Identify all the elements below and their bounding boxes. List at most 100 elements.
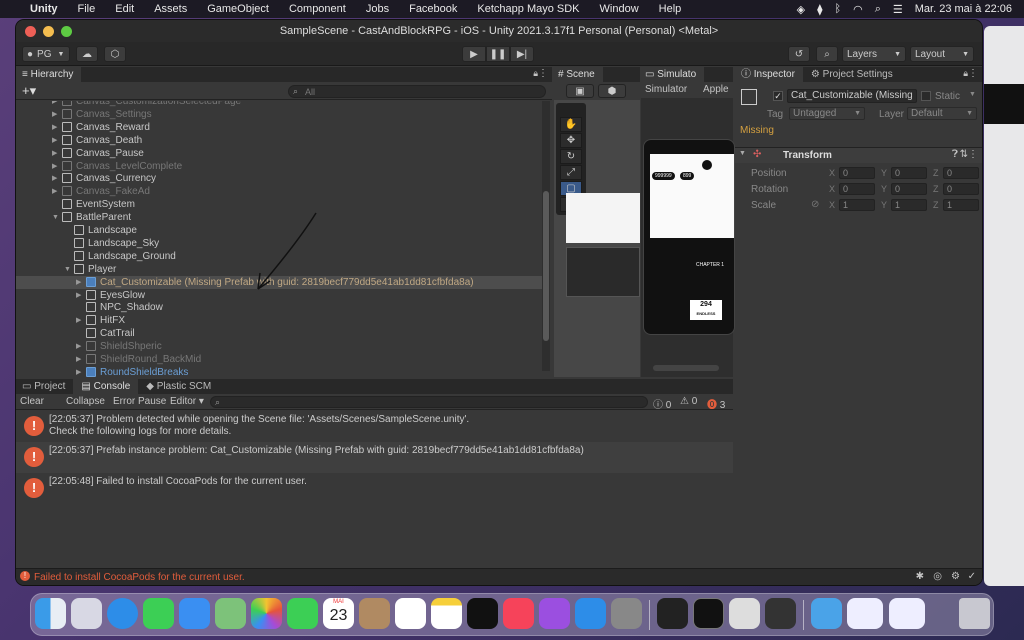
foldout-open-icon[interactable]: ▼ [64,263,71,276]
play-button[interactable]: ▶ [462,46,486,62]
error-count-toggle[interactable]: ⓿ 3 [707,396,725,411]
unity-status-icon[interactable]: ◈ [797,3,805,16]
z-field[interactable]: 0 [943,167,979,179]
tab-hierarchy[interactable]: ≡ Hierarchy [16,67,82,82]
hierarchy-row[interactable]: ▶ Canvas_Death [16,134,542,147]
debug-icon[interactable]: ⚙ [951,571,960,582]
music-icon[interactable] [503,598,534,629]
move-tool-button[interactable]: ✥ [560,133,582,148]
transform-header[interactable]: ▼ ✣ Transform ❓︎ ⇅ ⋮ [735,147,982,163]
simulator-device-dropdown[interactable]: Apple [703,84,729,95]
menu-jobs[interactable]: Jobs [366,3,389,15]
z-field[interactable]: 0 [943,183,979,195]
error-pause-button[interactable]: Error Pause [113,396,166,407]
y-field[interactable]: 1 [891,199,927,211]
more-icon[interactable]: ⋮ [968,149,978,160]
draw-mode-dropdown[interactable]: ▣ [566,84,594,98]
simulator-hscroll[interactable] [653,365,719,371]
search-button[interactable]: ⌕ [816,46,838,62]
hierarchy-row[interactable]: ▶ ShieldShperic [16,340,542,353]
unity-icon[interactable] [765,598,796,629]
mail-icon[interactable] [179,598,210,629]
hierarchy-row[interactable]: ▶ ShieldRound_BackMid [16,353,542,366]
hand-tool-button[interactable]: ✋ [560,117,582,132]
x-field[interactable]: 0 [839,183,875,195]
podcasts-icon[interactable] [539,598,570,629]
history-button[interactable]: ↺ [788,46,810,62]
progress-icon[interactable]: ◎ [933,571,942,582]
foldout-open-icon[interactable]: ▼ [52,211,59,224]
more-icon[interactable]: ⋮ [968,68,978,79]
tab-console[interactable]: ▤ Console [73,379,139,394]
y-field[interactable]: 0 [891,183,927,195]
step-button[interactable]: ▶| [510,46,534,62]
notes-icon[interactable] [431,598,462,629]
facetime-icon[interactable] [287,598,318,629]
foldout-closed-icon[interactable]: ▶ [76,366,81,377]
z-field[interactable]: 1 [943,199,979,211]
foldout-closed-icon[interactable]: ▶ [76,353,81,366]
x-field[interactable]: 1 [839,199,875,211]
calendar-icon[interactable]: MAI 23 [323,598,354,629]
hierarchy-row[interactable]: ▶ Canvas_Pause [16,147,542,160]
hierarchy-row[interactable]: ▶ HitFX [16,314,542,327]
window-thumbnail-icon[interactable] [889,598,925,629]
menu-ketchapp[interactable]: Ketchapp Mayo SDK [477,3,579,15]
bug-icon[interactable]: ✱ [916,571,924,582]
more-icon[interactable]: ⋮ [538,68,548,79]
foldout-closed-icon[interactable]: ▶ [76,276,81,289]
tab-simulator[interactable]: ▭ Simulato [641,67,705,82]
menu-edit[interactable]: Edit [115,3,134,15]
help-icon[interactable]: ❓︎ [952,149,958,160]
dropbox-icon[interactable]: ⧫ [817,3,822,16]
status-message[interactable]: Failed to install CocoaPods for the curr… [34,572,245,583]
terminal-icon[interactable] [693,598,724,629]
hierarchy-row[interactable]: ▶ Canvas_FakeAd [16,185,542,198]
tab-project[interactable]: ▭ Project [16,379,73,394]
menu-file[interactable]: File [78,3,96,15]
console-log-entry[interactable]: ! [22:05:37] Problem detected while openi… [16,411,733,443]
clock[interactable]: Mar. 23 mai à 22:06 [915,3,1012,15]
check-icon[interactable]: ✓ [968,571,976,582]
layers-dropdown[interactable]: Layers ▼ [842,46,906,62]
console-log-entry[interactable]: ! [22:05:48] Failed to install CocoaPods … [16,473,733,505]
system-preferences-icon[interactable] [611,598,642,629]
maps-icon[interactable] [215,598,246,629]
layout-dropdown[interactable]: Layout ▼ [910,46,974,62]
menu-window[interactable]: Window [600,3,639,15]
hierarchy-row[interactable]: CatTrail [16,327,542,340]
endless-card[interactable]: 294 ENDLESS [690,300,722,320]
foldout-closed-icon[interactable]: ▶ [76,314,81,327]
downloads-folder-icon[interactable] [811,598,842,629]
console-search-input[interactable]: ⌕ [210,396,648,408]
safari-icon[interactable] [107,598,138,629]
photos-icon[interactable] [251,598,282,629]
y-field[interactable]: 0 [891,167,927,179]
hierarchy-row[interactable]: NPC_Shadow [16,301,542,314]
contacts-icon[interactable] [359,598,390,629]
tab-plastic-scm[interactable]: ◆ Plastic SCM [138,379,219,394]
cloud-button[interactable]: ☁ [76,46,98,62]
pause-button[interactable]: ❚❚ [486,46,510,62]
hierarchy-search-input[interactable]: ⌕ All [288,85,546,98]
messages-icon[interactable] [143,598,174,629]
menu-assets[interactable]: Assets [154,3,187,15]
hierarchy-scrollbar[interactable] [542,101,550,371]
tab-scene[interactable]: # Scene [554,67,603,82]
tab-project-settings[interactable]: ⚙ Project Settings [803,67,901,82]
menu-facebook[interactable]: Facebook [409,3,457,15]
gizmo-dropdown[interactable]: ⬢ [598,84,626,98]
tag-dropdown[interactable]: Untagged ▼ [789,107,865,120]
foldout-closed-icon[interactable]: ▶ [52,172,57,185]
menu-gameobject[interactable]: GameObject [207,3,269,15]
object-name-field[interactable]: Cat_Customizable (Missing [787,89,917,103]
hierarchy-scroll-thumb[interactable] [543,191,549,341]
hierarchy-row[interactable]: ▶ RoundShieldBreaks [16,366,542,377]
tab-inspector[interactable]: ⓘ Inspector [735,67,803,82]
collapse-button[interactable]: Collapse [66,396,105,407]
constrain-proportions-icon[interactable]: ⊘ [811,199,819,210]
menu-component[interactable]: Component [289,3,346,15]
hierarchy-row[interactable]: ▶ Canvas_Currency [16,172,542,185]
foldout-closed-icon[interactable]: ▶ [52,134,57,147]
editor-dropdown[interactable]: Editor ▾ [170,396,204,407]
